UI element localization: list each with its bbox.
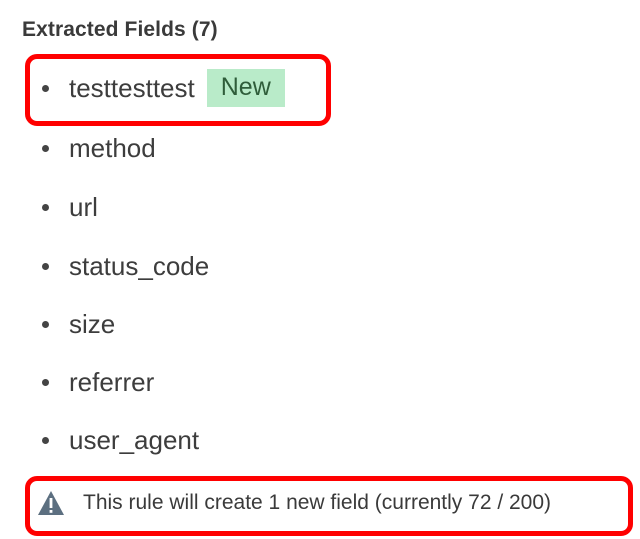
bullet-icon	[42, 320, 49, 328]
field-item-user-agent: user_agent	[42, 420, 199, 460]
bullet-icon	[42, 203, 49, 211]
field-name: referrer	[69, 366, 155, 397]
bullet-icon	[42, 436, 49, 444]
field-name: status_code	[69, 250, 210, 281]
bullet-icon	[42, 378, 49, 386]
bullet-icon	[42, 262, 49, 270]
field-item-method: method	[42, 128, 156, 168]
field-name: url	[69, 191, 98, 222]
field-item-url: url	[42, 187, 98, 227]
new-field-highlight	[25, 54, 331, 126]
warning-highlight	[25, 476, 633, 536]
field-name: method	[69, 132, 156, 163]
field-name: size	[69, 308, 116, 339]
extracted-fields-heading: Extracted Fields (7)	[22, 18, 218, 41]
field-item-referrer: referrer	[42, 362, 154, 402]
field-item-size: size	[42, 304, 115, 344]
field-name: user_agent	[69, 424, 200, 455]
field-item-status-code: status_code	[42, 246, 209, 286]
bullet-icon	[42, 144, 49, 152]
